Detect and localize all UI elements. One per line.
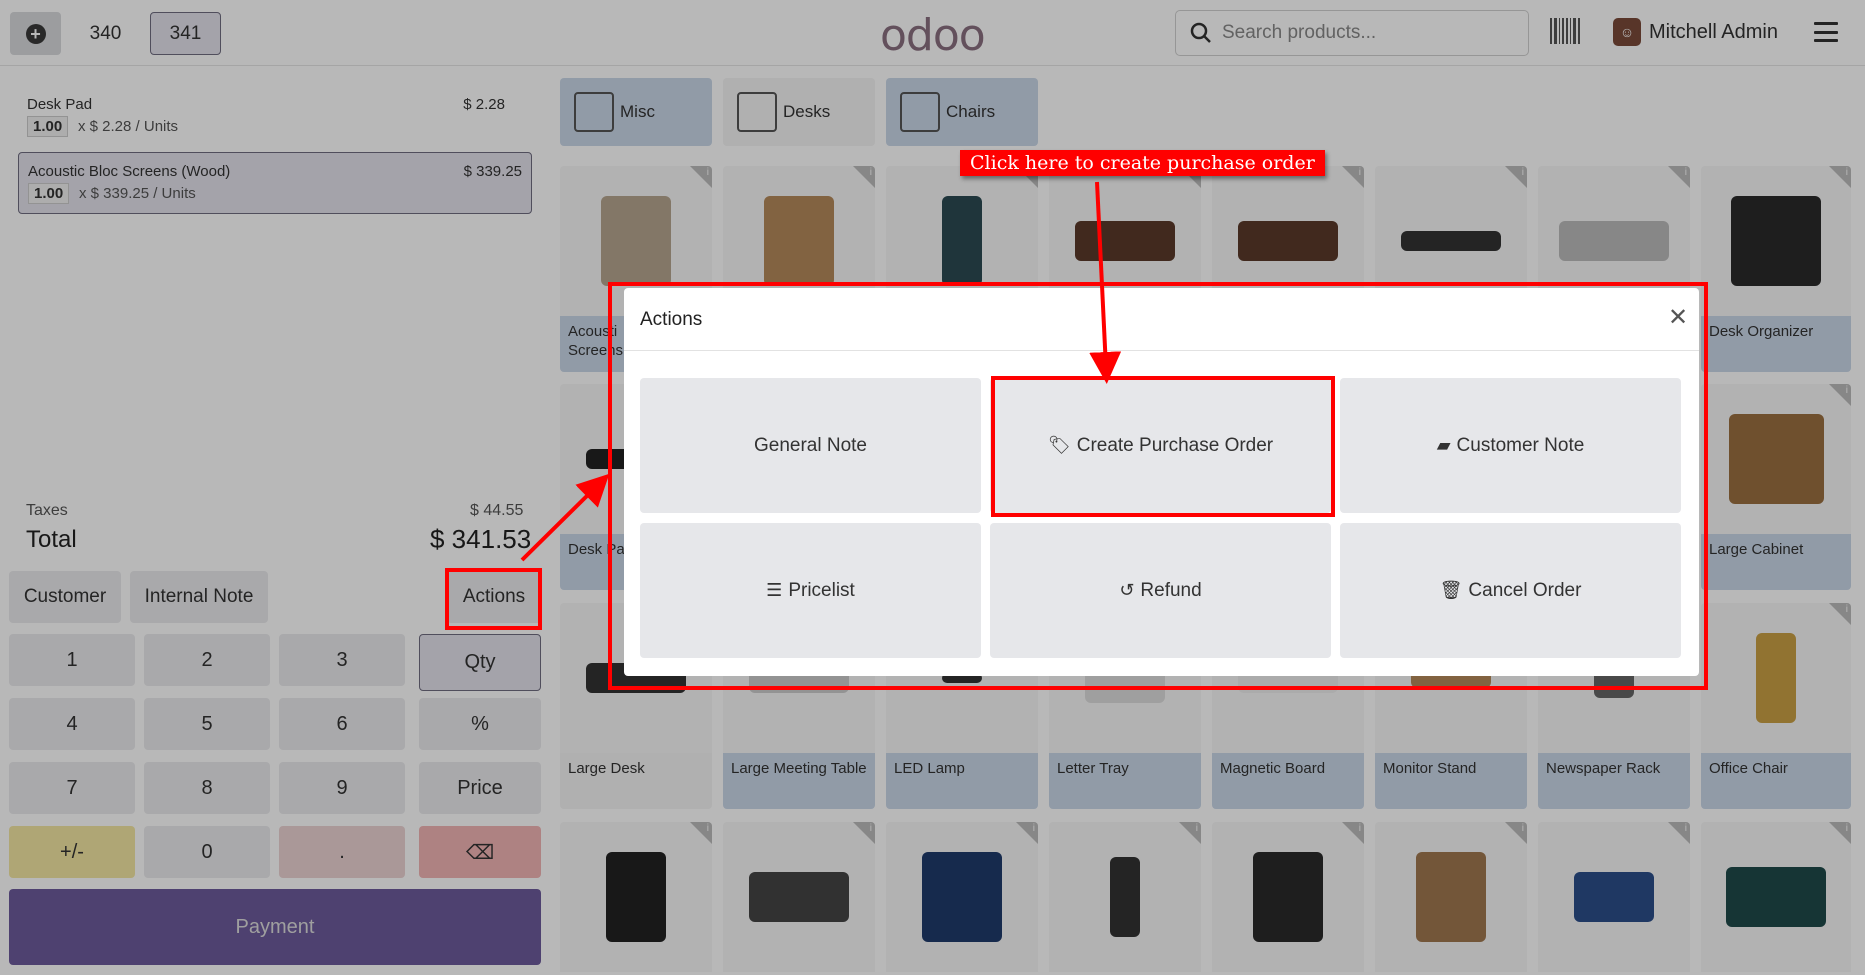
annotation-callout: Click here to create purchase order (960, 150, 1325, 176)
highlight-actions-box (445, 568, 542, 630)
highlight-purchase-order-box (991, 376, 1335, 517)
